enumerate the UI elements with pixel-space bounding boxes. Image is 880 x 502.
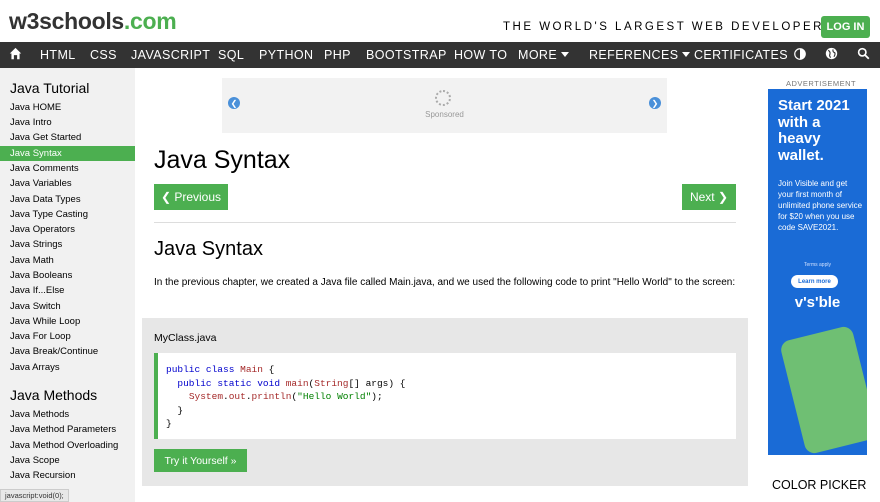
section-heading: Java Syntax [154,238,263,260]
nav-javascript[interactable]: JAVASCRIPT [131,48,210,62]
chevron-left-icon[interactable]: ❮ [228,97,240,109]
advertisement-label: ADVERTISEMENT [786,79,857,88]
example-filename: MyClass.java [154,332,217,344]
site-tagline: THE WORLD'S LARGEST WEB DEVELOPER SITE [503,21,866,33]
nav-certificates[interactable]: CERTIFICATES [694,48,788,62]
sidebar-item[interactable]: Java Operators [0,222,135,237]
search-icon[interactable] [857,47,870,65]
caret-down-icon [561,52,570,57]
example-box: MyClass.java public class Main { public … [142,318,748,486]
sponsored-label: Sponsored [425,110,464,119]
chevron-right-icon[interactable]: ❯ [649,97,661,109]
sidebar-item[interactable]: Java Break/Continue [0,344,135,359]
sidebar: Java Tutorial Java HOME Java Intro Java … [0,68,135,502]
ad-terms: Terms apply [804,262,831,268]
sidebar-item[interactable]: Java Comments [0,161,135,176]
advertisement-banner[interactable]: Start 2021 with a heavy wallet. Join Vis… [768,89,867,455]
sidebar-heading-java-methods: Java Methods [10,387,98,403]
nav-references[interactable]: REFERENCES [589,48,691,62]
color-picker-heading: COLOR PICKER [772,478,867,492]
ad-phone-image [779,324,867,455]
sponsored-banner[interactable]: ❮ Sponsored ❯ [222,78,667,133]
intro-paragraph: In the previous chapter, we created a Ja… [154,277,736,288]
sidebar-item[interactable]: Java Method Overloading [0,438,135,453]
ad-body-text: Join Visible and get your first month of… [778,179,863,232]
sidebar-item[interactable]: Java While Loop [0,314,135,329]
nav-references-label: REFERENCES [589,48,679,62]
ad-headline: Start 2021 with a heavy wallet. [778,97,850,164]
code-block: public class Main { public static void m… [154,353,736,439]
main-nav: HTML CSS JAVASCRIPT SQL PYTHON PHP BOOTS… [0,42,880,68]
theme-toggle-icon[interactable] [794,47,806,65]
nav-python[interactable]: PYTHON [259,48,314,62]
sidebar-item[interactable]: Java For Loop [0,329,135,344]
ad-learn-more-button[interactable]: Learn more [791,275,838,288]
sidebar-item[interactable]: Java If...Else [0,283,135,298]
logo-main: w3schools [9,8,124,34]
nav-css[interactable]: CSS [90,48,117,62]
sidebar-item[interactable]: Java Data Types [0,192,135,207]
sidebar-item[interactable]: Java Strings [0,237,135,252]
next-button[interactable]: Next ❯ [682,184,736,210]
ad-brand-logo: v's'ble [794,294,841,311]
sidebar-item[interactable]: Java Methods [0,407,135,422]
sidebar-item[interactable]: Java Math [0,253,135,268]
loading-spinner-icon [435,90,451,106]
logo[interactable]: w3schools.com [9,8,177,35]
nav-html[interactable]: HTML [40,48,76,62]
logo-accent: .com [123,8,177,34]
home-icon[interactable] [9,47,22,65]
sidebar-item[interactable]: Java HOME [0,100,135,115]
sidebar-item[interactable]: Java Method Parameters [0,422,135,437]
previous-button[interactable]: ❮ Previous [154,184,228,210]
sidebar-item[interactable]: Java Scope [0,453,135,468]
divider [154,222,736,223]
sidebar-item[interactable]: Java Intro [0,115,135,130]
sidebar-item[interactable]: Java Type Casting [0,207,135,222]
sidebar-item[interactable]: Java Recursion [0,468,135,483]
sidebar-heading-java-tutorial: Java Tutorial [10,80,90,96]
browser-status-bar: javascript:void(0); [0,489,69,502]
nav-sql[interactable]: SQL [218,48,244,62]
nav-more[interactable]: MORE [518,48,570,62]
caret-down-icon [682,52,691,57]
globe-icon[interactable] [825,47,838,65]
nav-how-to[interactable]: HOW TO [454,48,507,62]
top-header: w3schools.com THE WORLD'S LARGEST WEB DE… [0,0,880,42]
nav-php[interactable]: PHP [324,48,351,62]
nav-more-label: MORE [518,48,558,62]
sidebar-item[interactable]: Java Arrays [0,360,135,375]
try-it-yourself-button[interactable]: Try it Yourself » [154,449,247,472]
page-title: Java Syntax [154,146,291,174]
sidebar-item-active[interactable]: Java Syntax [0,146,135,161]
sidebar-item[interactable]: Java Booleans [0,268,135,283]
nav-bootstrap[interactable]: BOOTSTRAP [366,48,447,62]
sidebar-item[interactable]: Java Variables [0,176,135,191]
sidebar-item[interactable]: Java Switch [0,299,135,314]
login-button[interactable]: LOG IN [821,16,870,38]
sidebar-item[interactable]: Java Get Started [0,130,135,145]
